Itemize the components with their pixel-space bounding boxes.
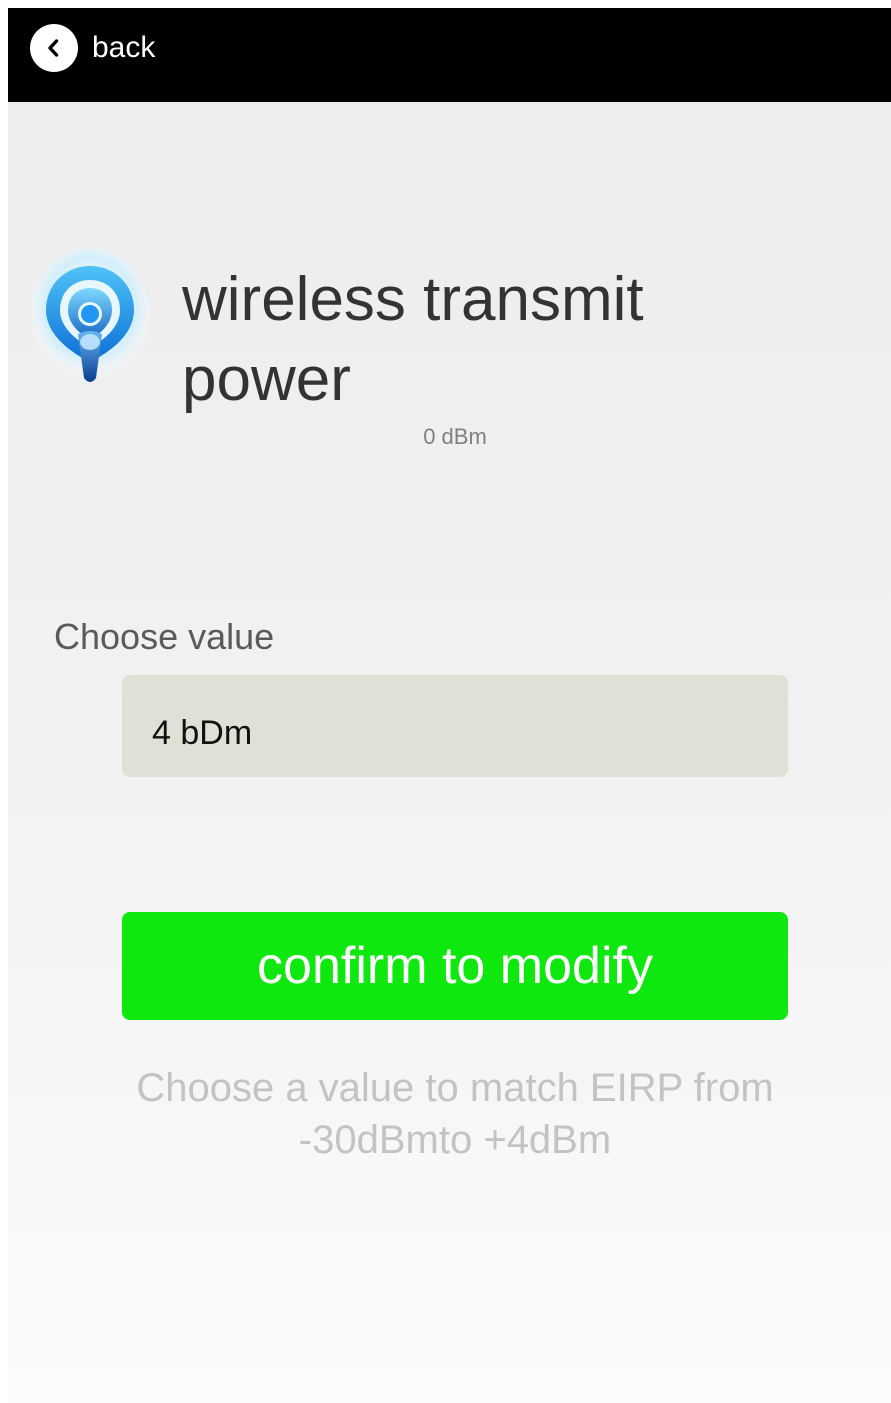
wireless-signal-icon (28, 244, 152, 394)
confirm-button[interactable]: confirm to modify (122, 912, 788, 1020)
value-input[interactable] (152, 713, 752, 753)
top-bar: back (8, 8, 891, 102)
screen: back wireless transmit power 0 dBm Choos… (8, 8, 891, 1403)
back-button[interactable]: back (30, 22, 155, 74)
page-title: wireless transmit power (182, 265, 644, 414)
value-field[interactable] (122, 675, 788, 777)
current-value-text: 0 dBm (423, 424, 487, 449)
chevron-left-icon (30, 24, 78, 72)
choose-value-label: Choose value (54, 616, 275, 657)
range-hint-text: Choose a value to match EIRP from -30dBm… (136, 1066, 774, 1162)
back-label: back (92, 31, 156, 64)
